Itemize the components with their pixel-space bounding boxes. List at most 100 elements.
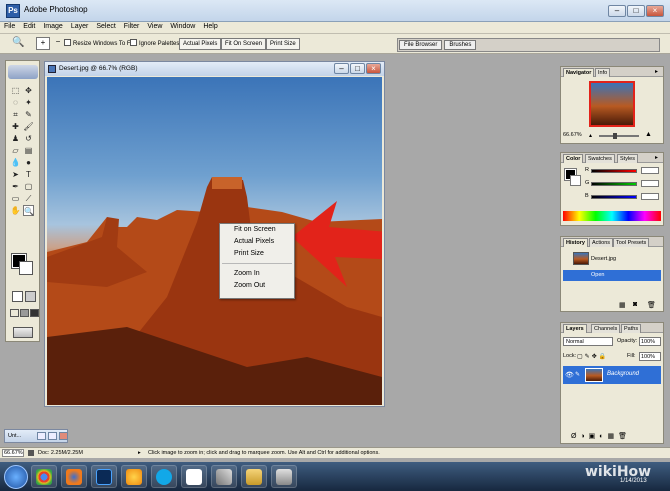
gradient-tool-icon[interactable]: ▤	[23, 145, 34, 156]
navigator-zoom-in-icon[interactable]: ▲	[645, 131, 652, 138]
brush-tool-icon[interactable]: 🖌	[23, 121, 34, 132]
menu-edit[interactable]: Edit	[19, 22, 39, 31]
tab-color[interactable]: Color	[563, 154, 584, 163]
ctx-actual-pixels[interactable]: Actual Pixels	[220, 236, 294, 248]
navigator-zoom-slider[interactable]	[599, 135, 639, 137]
ctx-print-size[interactable]: Print Size	[220, 248, 294, 260]
ctx-zoom-in[interactable]: Zoom In	[220, 268, 294, 280]
doc-maximize-button[interactable]: □	[350, 63, 365, 74]
minidoc-close-button[interactable]	[59, 432, 68, 440]
zoom-in-icon[interactable]: +	[36, 37, 50, 50]
slice-tool-icon[interactable]: ✎	[23, 109, 34, 120]
close-button[interactable]: ×	[646, 5, 664, 17]
channel-r-slider[interactable]	[591, 169, 637, 173]
tab-channels[interactable]: Channels	[591, 324, 621, 333]
new-document-icon[interactable]: ▦	[619, 301, 626, 309]
quick-mask-mode-icon[interactable]	[25, 291, 36, 302]
panel-menu-icon[interactable]: ▸	[655, 154, 658, 161]
color-spectrum-ramp[interactable]	[563, 211, 661, 221]
zoom-out-icon[interactable]: −	[52, 37, 64, 50]
status-menu-arrow-icon[interactable]: ▸	[138, 450, 141, 456]
type-tool-icon[interactable]: T	[23, 169, 34, 180]
channel-g-slider[interactable]	[591, 182, 637, 186]
history-snapshot-thumbnail[interactable]	[573, 252, 589, 265]
tab-styles[interactable]: Styles	[617, 154, 638, 163]
zoom-tool-icon[interactable]: 🔍	[12, 37, 24, 48]
taskbar-skype[interactable]	[151, 465, 177, 488]
tab-tool-presets[interactable]: Tool Presets	[613, 238, 650, 247]
minidoc-restore-button[interactable]	[37, 432, 46, 440]
ctx-fit-on-screen[interactable]: Fit on Screen	[220, 224, 294, 236]
navigator-thumbnail[interactable]	[589, 81, 635, 127]
print-size-button[interactable]: Print Size	[266, 38, 300, 50]
lasso-tool-icon[interactable]: ◌	[10, 97, 21, 108]
layer-visibility-eye-icon[interactable]: 👁	[565, 371, 574, 379]
layer-row-background[interactable]: 👁 ✎ Background	[563, 366, 661, 384]
menu-layer[interactable]: Layer	[67, 22, 93, 31]
desert-photo-canvas[interactable]	[47, 77, 382, 405]
taskbar-explorer[interactable]	[241, 465, 267, 488]
magic-wand-tool-icon[interactable]: ✦	[23, 97, 34, 108]
resize-windows-checkbox[interactable]: Resize Windows To Fit	[64, 39, 134, 47]
delete-history-icon[interactable]: 🗑	[647, 301, 656, 309]
channel-b-field[interactable]	[641, 193, 659, 200]
marquee-tool-icon[interactable]: ⬚	[10, 85, 21, 96]
fit-on-screen-button[interactable]: Fit On Screen	[221, 38, 267, 50]
minidoc-maximize-button[interactable]	[48, 432, 57, 440]
tab-layers[interactable]: Layers	[563, 324, 587, 333]
path-selection-tool-icon[interactable]: ➤	[10, 169, 21, 180]
color-bg-swatch[interactable]	[570, 175, 581, 186]
channel-b-slider[interactable]	[591, 195, 637, 199]
hand-tool-icon[interactable]: ✋	[10, 205, 21, 216]
actual-pixels-button[interactable]: Actual Pixels	[179, 38, 222, 50]
notes-tool-icon[interactable]: ▭	[10, 193, 21, 204]
opacity-field[interactable]: 100%	[639, 337, 661, 346]
eyedropper-tool-icon[interactable]: ⟋	[23, 193, 34, 204]
tab-info[interactable]: Info	[595, 68, 611, 77]
screen-mode-full-icon[interactable]	[30, 309, 39, 317]
minimized-document[interactable]: Unt...	[4, 429, 68, 443]
tab-swatches[interactable]: Swatches	[585, 154, 615, 163]
menu-window[interactable]: Window	[166, 22, 199, 31]
move-tool-icon[interactable]: ✥	[23, 85, 34, 96]
panel-menu-icon[interactable]: ▸	[655, 68, 658, 75]
eraser-tool-icon[interactable]: ▱	[10, 145, 21, 156]
menu-file[interactable]: File	[0, 22, 19, 31]
navigator-zoom-slider-thumb[interactable]	[613, 133, 617, 139]
doc-minimize-button[interactable]: –	[334, 63, 349, 74]
tab-history[interactable]: History	[563, 238, 588, 247]
history-step-row[interactable]: Open	[563, 270, 661, 281]
menu-view[interactable]: View	[143, 22, 166, 31]
fill-field[interactable]: 100%	[639, 352, 661, 361]
shape-tool-icon[interactable]: ▢	[23, 181, 34, 192]
taskbar-firefox[interactable]	[61, 465, 87, 488]
zoom-tool-small-icon[interactable]: 🔍	[23, 205, 34, 216]
screen-mode-standard-icon[interactable]	[10, 309, 19, 317]
taskbar-app[interactable]	[271, 465, 297, 488]
status-zoom-field[interactable]: 66.67%	[2, 449, 24, 457]
ignore-palettes-checkbox[interactable]: Ignore Palettes	[130, 39, 179, 47]
lock-icons[interactable]: ▢✎✥🔒	[577, 353, 608, 360]
new-snapshot-icon[interactable]: ◙	[633, 301, 637, 308]
blend-mode-select[interactable]: Normal	[563, 337, 613, 346]
navigator-zoom-out-icon[interactable]: ▴	[589, 132, 592, 139]
maximize-button[interactable]: □	[627, 5, 645, 17]
tab-paths[interactable]: Paths	[621, 324, 642, 333]
menu-filter[interactable]: Filter	[120, 22, 144, 31]
navigator-zoom-value[interactable]: 66.67%	[563, 132, 582, 138]
crop-tool-icon[interactable]: ⌗	[10, 109, 21, 120]
tab-actions[interactable]: Actions	[589, 238, 614, 247]
clone-stamp-tool-icon[interactable]: ♟	[10, 133, 21, 144]
menu-image[interactable]: Image	[39, 22, 66, 31]
layer-action-icons[interactable]: Ø◑▣◐▦🗑	[571, 432, 631, 440]
standard-mode-icon[interactable]	[12, 291, 23, 302]
channel-g-field[interactable]	[641, 180, 659, 187]
taskbar-photoshop[interactable]	[91, 465, 117, 488]
healing-brush-tool-icon[interactable]: ✚	[10, 121, 21, 132]
channel-r-field[interactable]	[641, 167, 659, 174]
jump-to-imageready-icon[interactable]	[13, 327, 33, 338]
screen-mode-full-menu-icon[interactable]	[20, 309, 29, 317]
tab-file-browser[interactable]: File Browser	[399, 40, 443, 50]
menu-help[interactable]: Help	[199, 22, 221, 31]
taskbar-news[interactable]	[181, 465, 207, 488]
